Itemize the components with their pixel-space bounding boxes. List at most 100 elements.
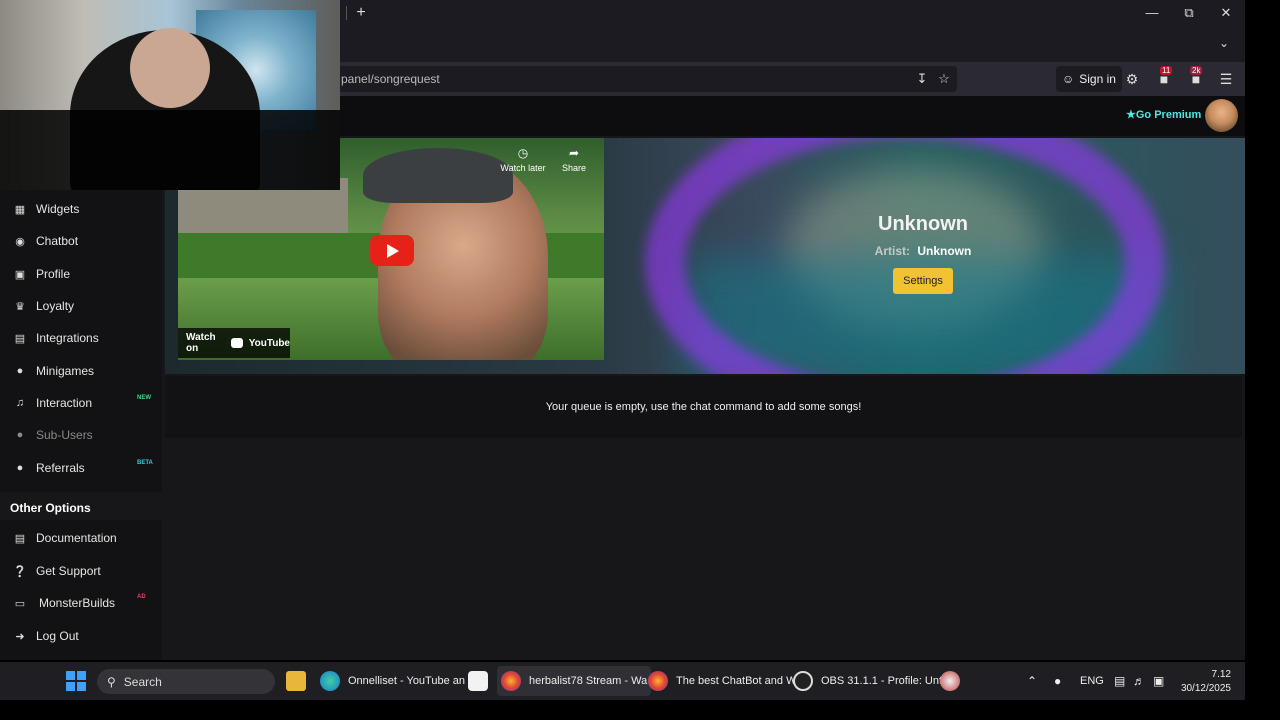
close-icon[interactable]: ✕ [1214,4,1238,22]
video-cap [363,148,513,203]
artist-label: Artist: [874,244,910,258]
trophy-icon: ♛ [15,300,25,313]
gamepad-icon: ● [16,365,24,377]
sidebar-item-label: MonsterBuilds [39,596,116,610]
extension-count-badge: 11 [1160,66,1173,75]
search-icon: ⚲ [107,674,116,689]
watch-later-label: Watch later [500,163,546,173]
artist-row: Artist: Unknown [850,244,996,258]
microphone-icon[interactable]: ● [1054,674,1061,688]
watch-later-button[interactable]: ◷ Watch later [498,146,548,173]
grid-icon: ▦ [14,203,26,216]
taskbar-search-label: Search [123,674,162,689]
watch-on-label: Watch on [186,332,216,354]
firefox-icon [648,671,668,691]
tab-separator [346,6,347,20]
sidebar-item-get-support[interactable]: ❔ Get Support [0,557,162,585]
screen: + — ⧉ ✕ ⌄ panel/songrequest ↧ ☆ ☺ Sign i… [0,0,1280,720]
sidebar-item-label: Referrals [36,461,85,475]
extension-2k-badge: 2k [1190,66,1203,75]
sidebar-item-loyalty[interactable]: ♛ Loyalty [0,292,162,320]
sidebar-item-log-out[interactable]: ➜ Log Out [0,622,162,650]
extensions-icon[interactable]: ⚙ [1121,68,1143,90]
ad-badge: AD [137,594,146,600]
new-tab-icon[interactable]: + [352,4,370,22]
sidebar-item-label: Chatbot [36,234,79,248]
sidebar-item-sub-users: ● Sub-Users [0,421,162,449]
go-premium-link[interactable]: ★Go Premium [1126,108,1201,121]
taskbar-app-edge[interactable]: Onnelliset - YouTube an [316,666,469,696]
sidebar-item-profile[interactable]: ▣ Profile [0,260,162,288]
share-button[interactable]: ➦ Share [549,146,599,173]
music-icon: ♫ [15,397,25,409]
beta-badge: BETA [137,460,153,466]
language-indicator[interactable]: ENG [1080,675,1104,687]
bookmark-star-icon[interactable]: ☆ [935,70,953,88]
list-all-tabs-icon[interactable]: ⌄ [1219,36,1229,50]
store-icon [468,671,488,691]
taskbar-clock[interactable]: 7.12 30/12/2025 [1176,668,1231,696]
sidebar-item-label: Loyalty [36,299,75,313]
folder-icon [286,671,306,691]
battery-icon[interactable]: ▣ [1153,674,1164,688]
robot-icon: ◉ [15,235,25,248]
webcam-shadow [0,110,340,190]
plug-icon: ▤ [14,332,26,345]
share-label: Share [561,163,587,173]
sidebar-item-chatbot[interactable]: ◉ Chatbot [0,227,162,255]
clock-icon: ◷ [517,146,529,160]
sidebar-item-documentation[interactable]: ▤ Documentation [0,524,162,552]
taskbar-app-obs[interactable]: OBS 31.1.1 - Profile: Unti [789,666,949,696]
youtube-logo-icon [230,338,243,348]
song-title: Unknown [878,213,968,235]
song-queue: Your queue is empty, use the chat comman… [165,376,1242,438]
download-page-icon[interactable]: ↧ [913,70,931,88]
id-card-icon: ▣ [14,268,26,281]
show-hidden-icons-icon[interactable]: ⌃ [1027,674,1037,688]
other-options-title: Other Options [10,501,91,515]
windows-start-icon[interactable] [66,671,86,691]
url-bar[interactable]: panel/songrequest ↧ ☆ [335,66,957,92]
sidebar-item-integrations[interactable]: ▤ Integrations [0,324,162,352]
webcam-overlay [0,0,340,190]
taskbar-app-label: Onnelliset - YouTube an [348,675,466,687]
taskbar-app-firefox-stream[interactable]: herbalist78 Stream - Wa [497,666,652,696]
star-icon: ★ [1126,109,1136,121]
taskbar-app-firefox-chatbot[interactable]: The best ChatBot and W [644,666,800,696]
sidebar-item-widgets[interactable]: ▦ Widgets [0,195,162,223]
youtube-play-icon[interactable] [370,235,414,266]
watch-on-youtube-button[interactable]: Watch on YouTube [178,328,290,358]
sidebar-item-monsterbuilds[interactable]: ▭ MonsterBuilds AD [0,589,162,617]
question-icon: ❔ [13,565,27,578]
file-explorer-button[interactable] [282,666,310,696]
taskbar-app-label: The best ChatBot and W [676,675,797,687]
sidebar-item-referrals[interactable]: ● Referrals BETA [0,454,162,482]
app-icon [940,671,960,691]
volume-icon[interactable]: ♬ [1133,674,1145,688]
clock-date: 30/12/2025 [1180,683,1231,694]
users-icon: ● [16,429,24,441]
menu-icon[interactable]: ☰ [1215,68,1237,90]
network-icon[interactable]: ▤ [1114,674,1125,688]
settings-button[interactable]: Settings [893,268,953,294]
laptop-icon: ▭ [14,597,26,610]
minimize-icon[interactable]: — [1140,4,1164,22]
sidebar-item-label: Profile [36,267,71,281]
share-icon: ➦ [568,146,580,160]
sidebar-item-interaction[interactable]: ♫ Interaction NEW [0,389,162,417]
book-icon: ▤ [14,532,26,545]
obs-icon [793,671,813,691]
taskbar-app-extra[interactable] [936,666,964,696]
sign-in-button[interactable]: ☺ Sign in [1056,66,1122,92]
sidebar-item-label: Log Out [36,629,79,643]
restore-icon[interactable]: ⧉ [1177,4,1201,22]
store-button[interactable] [464,666,492,696]
new-badge: NEW [137,395,151,401]
sidebar-item-label: Get Support [36,564,101,578]
url-text: panel/songrequest [341,72,440,86]
taskbar-search[interactable]: ⚲ Search [97,669,275,694]
user-avatar[interactable] [1205,99,1238,132]
firefox-icon [501,671,521,691]
edge-icon [320,671,340,691]
sidebar-item-minigames[interactable]: ● Minigames [0,357,162,385]
